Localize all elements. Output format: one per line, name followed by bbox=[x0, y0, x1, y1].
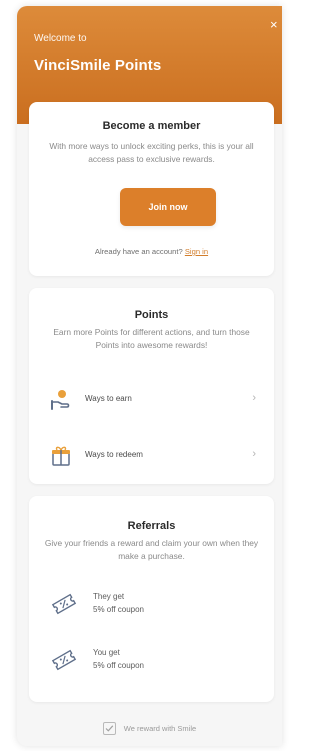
referrals-card: Referrals Give your friends a reward and… bbox=[29, 496, 274, 702]
account-prompt: Already have an account? bbox=[94, 247, 183, 256]
earn-hand-coin-icon bbox=[49, 388, 73, 412]
referrals-description: Give your friends a reward and claim you… bbox=[44, 538, 259, 561]
ways-to-earn-label: Ways to earn bbox=[85, 394, 132, 403]
member-card: Become a member With more ways to unlock… bbox=[29, 102, 274, 276]
chevron-right-icon: › bbox=[252, 448, 256, 460]
you-get-label: You get bbox=[93, 648, 120, 657]
member-description: With more ways to unlock exciting perks,… bbox=[49, 141, 254, 164]
they-get-label: They get bbox=[93, 592, 125, 601]
referrals-title: Referrals bbox=[127, 520, 176, 532]
smile-checkbox-icon bbox=[102, 722, 116, 735]
points-title: Points bbox=[134, 309, 169, 321]
they-get-value: 5% off coupon bbox=[93, 605, 145, 614]
welcome-text: Welcome to bbox=[34, 33, 87, 44]
footer-text: We reward with Smile bbox=[123, 724, 197, 733]
member-title: Become a member bbox=[102, 120, 201, 132]
you-get-value: 5% off coupon bbox=[93, 661, 145, 670]
ways-to-earn-row[interactable]: Ways to earn › bbox=[43, 388, 260, 412]
rewards-panel: Welcome to VinciSmile Points × Become a … bbox=[17, 6, 282, 746]
they-get-row: They get 5% off coupon bbox=[51, 588, 251, 622]
signin-row: Already have an account? Sign in bbox=[29, 247, 274, 256]
close-icon[interactable]: × bbox=[270, 18, 282, 32]
chevron-right-icon: › bbox=[252, 392, 256, 404]
coupon-ticket-icon bbox=[51, 593, 77, 615]
join-now-button[interactable]: Join now bbox=[120, 188, 216, 226]
points-description: Earn more Points for different actions, … bbox=[53, 327, 250, 350]
signin-link[interactable]: Sign in bbox=[185, 247, 208, 256]
app-frame: Welcome to VinciSmile Points × Become a … bbox=[0, 0, 282, 751]
coupon-ticket-icon bbox=[51, 649, 77, 671]
brand-title: VinciSmile Points bbox=[34, 57, 162, 74]
points-card: Points Earn more Points for different ac… bbox=[29, 288, 274, 484]
gift-box-icon bbox=[49, 444, 73, 468]
ways-to-redeem-label: Ways to redeem bbox=[85, 450, 143, 459]
footer-credit[interactable]: We reward with Smile bbox=[17, 722, 282, 735]
ways-to-redeem-row[interactable]: Ways to redeem › bbox=[43, 444, 260, 468]
you-get-row: You get 5% off coupon bbox=[51, 644, 251, 678]
